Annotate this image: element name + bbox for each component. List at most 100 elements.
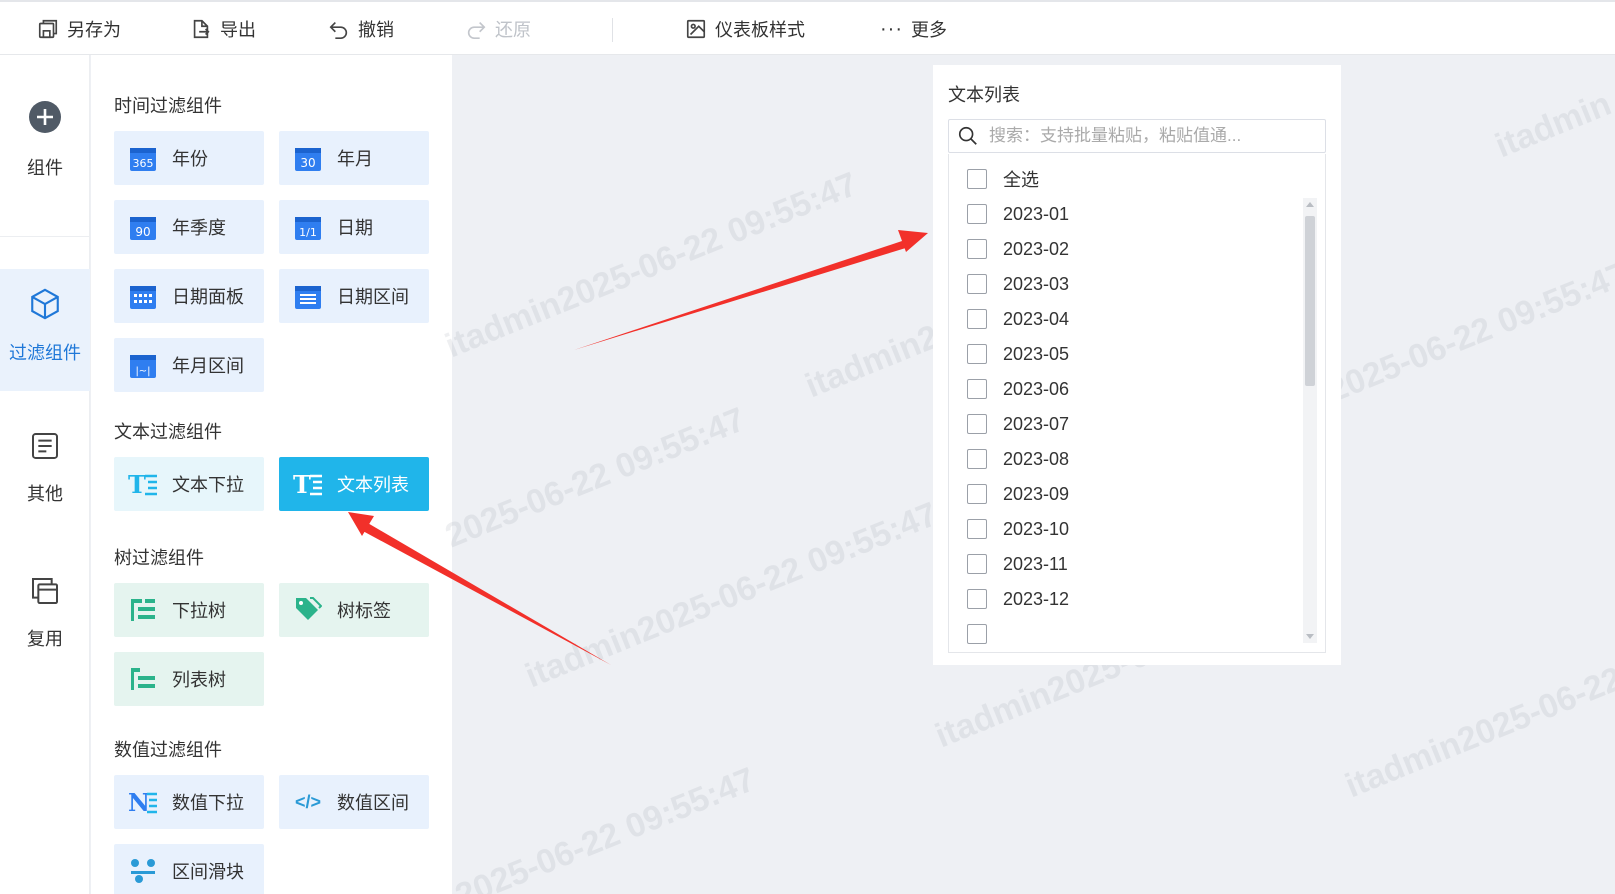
checkbox[interactable] — [967, 379, 987, 399]
text-list-widget: 文本列表 全选 2023-01 2023-02 2023-03 2023-04 … — [933, 65, 1341, 665]
search-box — [948, 119, 1326, 153]
calendar-30-icon: 30 — [293, 143, 323, 173]
group-title-tree: 树过滤组件 — [114, 548, 204, 568]
checkbox[interactable] — [967, 624, 987, 644]
export-icon — [193, 19, 210, 39]
list-item[interactable]: 2023-11 — [967, 549, 1068, 579]
undo-button[interactable]: 撤销 — [328, 14, 394, 44]
card-numeric-range[interactable]: </> 数值区间 — [279, 775, 429, 829]
checkbox[interactable] — [967, 414, 987, 434]
watermark: itadmin2025-06-22 09:55:47 — [520, 495, 943, 696]
checkbox[interactable] — [967, 554, 987, 574]
card-label: 区间滑块 — [172, 862, 244, 882]
checkbox[interactable] — [967, 239, 987, 259]
card-label: 年季度 — [172, 218, 226, 238]
card-date-range[interactable]: 日期区间 — [279, 269, 429, 323]
search-input[interactable] — [989, 126, 1309, 146]
checkbox[interactable] — [967, 274, 987, 294]
list-item[interactable]: 2023-07 — [967, 409, 1069, 439]
palette-icon — [686, 19, 706, 39]
card-year-month[interactable]: 30 年月 — [279, 131, 429, 185]
top-toolbar: 另存为 导出 撤销 还原 仪表板样式 ··· 更多 — [0, 0, 1615, 55]
card-dropdown-tree[interactable]: 下拉树 — [114, 583, 264, 637]
rail-item-label: 复用 — [27, 629, 63, 649]
card-label: 年月区间 — [172, 356, 244, 376]
rail-item-components[interactable]: 组件 — [0, 100, 90, 200]
option-label: 2023-10 — [1003, 518, 1070, 539]
list-item[interactable]: 2023-12 — [967, 584, 1069, 614]
list-item[interactable]: 2023-04 — [967, 304, 1069, 334]
scrollbar-thumb[interactable] — [1305, 216, 1315, 386]
calendar-badge: 90 — [135, 225, 150, 239]
dashboard-style-button[interactable]: 仪表板样式 — [685, 14, 805, 44]
card-label: 年月 — [337, 149, 373, 169]
card-label: 列表树 — [172, 670, 226, 690]
save-as-button[interactable]: 另存为 — [37, 14, 121, 44]
more-button[interactable]: ··· 更多 — [880, 14, 947, 44]
checkbox[interactable] — [967, 204, 987, 224]
checkbox[interactable] — [967, 484, 987, 504]
watermark: itadmin2025-06-22 09:55:47 — [1340, 605, 1615, 806]
calendar-grid-icon — [128, 281, 158, 311]
arrow-to-widget — [574, 240, 909, 350]
undo-label: 撤销 — [358, 20, 394, 40]
card-year-quarter[interactable]: 90 年季度 — [114, 200, 264, 254]
calendar-badge: 365 — [133, 157, 154, 170]
checkbox[interactable] — [967, 449, 987, 469]
save-as-label: 另存为 — [67, 20, 121, 40]
checkbox[interactable] — [967, 589, 987, 609]
option-select-all[interactable]: 全选 — [967, 164, 1039, 194]
card-year[interactable]: 365 年份 — [114, 131, 264, 185]
card-text-dropdown[interactable]: T 文本下拉 — [114, 457, 264, 511]
card-date[interactable]: 1/1 日期 — [279, 200, 429, 254]
card-numeric-dropdown[interactable]: N 数值下拉 — [114, 775, 264, 829]
svg-text:N: N — [128, 789, 150, 815]
option-label: 2023-07 — [1003, 413, 1070, 434]
code-range-icon: </> — [294, 791, 322, 812]
card-date-panel[interactable]: 日期面板 — [114, 269, 264, 323]
option-label: 2023-06 — [1003, 378, 1070, 399]
card-tree-tag[interactable]: 树标签 — [279, 583, 429, 637]
group-title-time: 时间过滤组件 — [114, 96, 222, 116]
search-icon — [958, 126, 977, 145]
calendar-90-icon: 90 — [128, 212, 158, 242]
plus-circle-icon — [29, 101, 61, 133]
export-button[interactable]: 导出 — [190, 14, 256, 44]
scroll-down-icon[interactable] — [1306, 634, 1314, 639]
list-item[interactable]: 2023-01 — [967, 199, 1069, 229]
list-item[interactable]: 2023-10 — [967, 514, 1069, 544]
rail-item-reuse[interactable]: 复用 — [0, 575, 90, 685]
calendar-lines-icon — [293, 281, 323, 311]
checkbox[interactable] — [967, 169, 987, 189]
list-item[interactable]: 2023-06 — [967, 374, 1069, 404]
calendar-badge: |~| — [135, 366, 150, 377]
watermark: itadmin2025-06-22 09:55:47 — [440, 165, 863, 366]
widget-title: 文本列表 — [948, 85, 1020, 105]
list-item[interactable]: 2023-05 — [967, 339, 1069, 369]
option-list: 全选 2023-01 2023-02 2023-03 2023-04 2023-… — [948, 154, 1326, 653]
redo-button[interactable]: 还原 — [465, 14, 531, 44]
list-item-partial[interactable] — [967, 619, 987, 649]
list-tree-icon — [128, 664, 158, 694]
list-item[interactable]: 2023-08 — [967, 444, 1069, 474]
card-year-month-range[interactable]: |~| 年月区间 — [114, 338, 264, 392]
calendar-range-icon: |~| — [128, 350, 158, 380]
checkbox[interactable] — [967, 344, 987, 364]
numeric-dropdown-icon: N — [128, 787, 158, 817]
rail-item-label: 过滤组件 — [9, 343, 81, 363]
scroll-up-icon[interactable] — [1306, 202, 1314, 207]
rail-item-filter-components[interactable]: 过滤组件 — [0, 269, 90, 391]
option-label: 2023-05 — [1003, 343, 1070, 364]
list-item[interactable]: 2023-09 — [967, 479, 1069, 509]
rail-item-other[interactable]: 其他 — [0, 430, 90, 540]
checkbox[interactable] — [967, 519, 987, 539]
list-item[interactable]: 2023-03 — [967, 269, 1069, 299]
component-panel: 时间过滤组件 365 年份 30 年月 90 年季度 1/1 日期 日期面板 日… — [91, 55, 452, 894]
scrollbar[interactable] — [1303, 198, 1317, 643]
list-item[interactable]: 2023-02 — [967, 234, 1069, 264]
checkbox[interactable] — [967, 309, 987, 329]
card-range-slider[interactable]: 区间滑块 — [114, 844, 264, 894]
card-text-list[interactable]: T 文本列表 — [279, 457, 429, 511]
card-list-tree[interactable]: 列表树 — [114, 652, 264, 706]
redo-icon — [467, 21, 486, 39]
